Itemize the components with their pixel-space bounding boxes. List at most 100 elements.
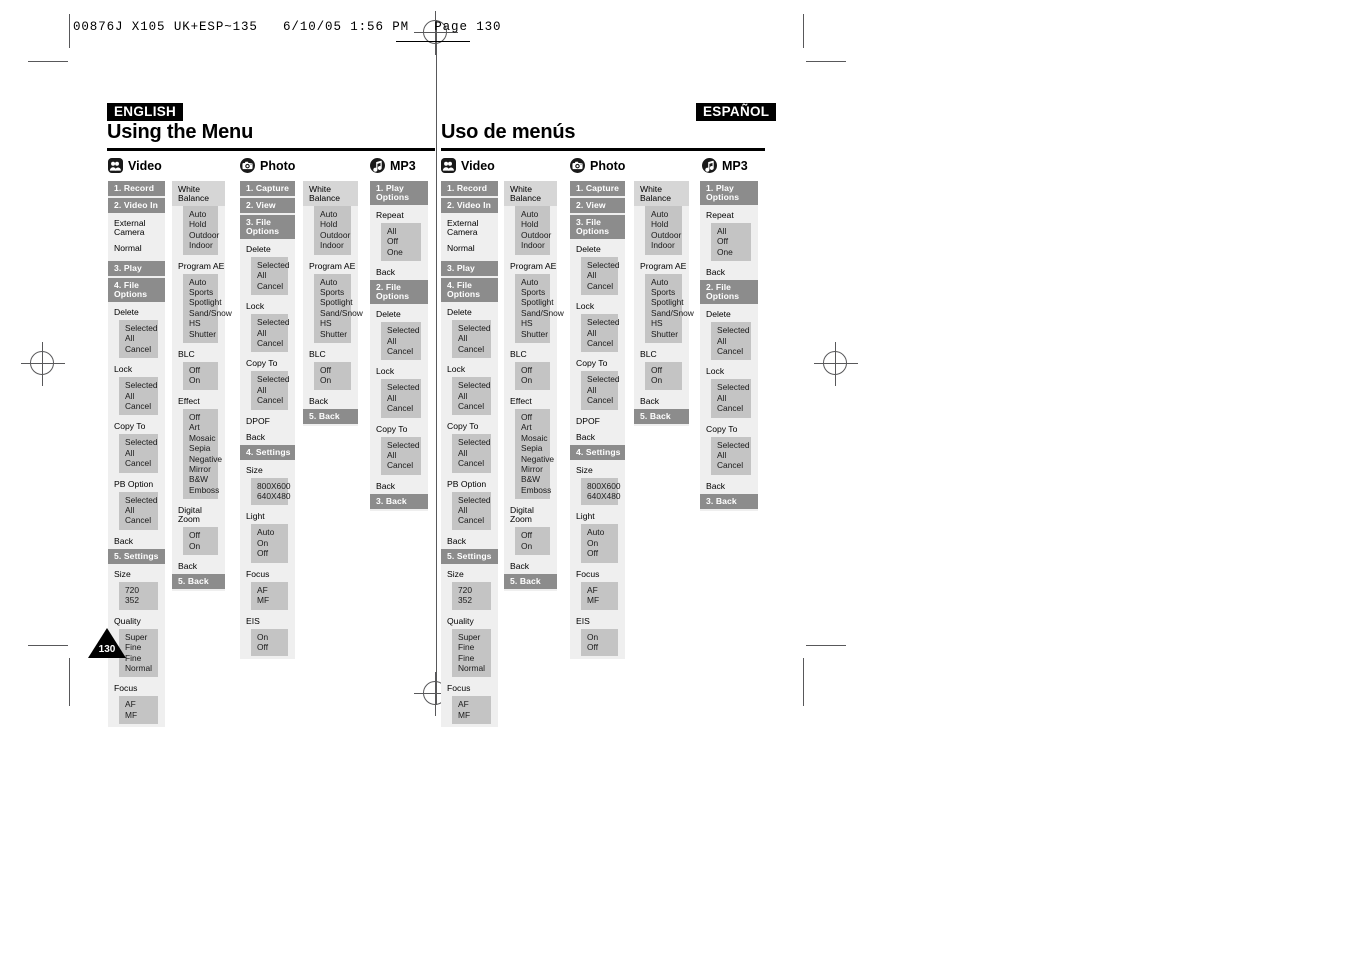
menu-option-item[interactable]: Hold <box>515 219 550 229</box>
menu-option-item[interactable]: 352 <box>452 595 491 605</box>
menu-category-item[interactable]: Program AE <box>634 258 689 274</box>
menu-category-item[interactable]: Back <box>172 558 225 574</box>
menu-option-item[interactable]: All <box>711 393 751 403</box>
menu-numbered-item[interactable]: 4. Settings <box>570 444 625 460</box>
menu-category-item[interactable]: Back <box>370 478 428 494</box>
menu-option-item[interactable]: Off <box>251 548 288 558</box>
menu-numbered-item[interactable]: 3. Back <box>370 493 428 509</box>
menu-option-item[interactable]: Selected <box>581 317 620 327</box>
menu-option-item[interactable]: One <box>381 247 421 257</box>
menu-option-item[interactable]: Spotlight <box>183 297 222 307</box>
menu-plain-item[interactable]: External Camera <box>108 215 165 240</box>
menu-option-item[interactable]: Sand/Snow <box>645 308 694 318</box>
menu-numbered-item[interactable]: 1. Capture <box>570 181 625 196</box>
menu-numbered-item[interactable]: 5. Back <box>172 573 225 589</box>
menu-category-item[interactable]: Effect <box>172 393 225 409</box>
menu-option-item[interactable]: All <box>251 328 288 338</box>
menu-category-item[interactable]: Light <box>240 508 295 524</box>
menu-category-item[interactable]: Copy To <box>700 421 758 437</box>
menu-option-item[interactable]: Off <box>711 236 751 246</box>
menu-option-item[interactable]: Fine <box>452 653 491 663</box>
menu-option-item[interactable]: Outdoor <box>515 230 551 240</box>
menu-category-item[interactable]: Size <box>108 566 165 582</box>
menu-category-item[interactable]: Size <box>570 462 625 478</box>
menu-option-item[interactable]: Selected <box>711 440 751 450</box>
menu-option-item[interactable]: Auto <box>183 209 218 219</box>
menu-option-item[interactable]: On <box>581 538 618 548</box>
menu-category-item[interactable]: EIS <box>240 613 295 629</box>
menu-numbered-item[interactable]: 4. File Options <box>441 278 498 302</box>
menu-option-item[interactable]: Normal <box>452 663 491 673</box>
menu-category-item[interactable]: Focus <box>108 680 165 696</box>
menu-option-item[interactable]: Auto <box>183 277 218 287</box>
menu-option-item[interactable]: MF <box>581 595 618 605</box>
menu-option-item[interactable]: Cancel <box>119 515 158 525</box>
menu-plain-item[interactable]: Normal <box>441 240 498 256</box>
menu-option-item[interactable]: Cancel <box>452 344 491 354</box>
menu-option-item[interactable]: Indoor <box>515 240 550 250</box>
menu-category-item[interactable]: Back <box>700 264 758 280</box>
menu-option-item[interactable]: All <box>381 450 421 460</box>
menu-option-item[interactable]: Cancel <box>119 458 158 468</box>
menu-option-item[interactable]: 800X600 <box>251 481 291 491</box>
menu-option-item[interactable]: Cancel <box>711 346 751 356</box>
menu-category-item[interactable]: Program AE <box>303 258 358 274</box>
menu-option-item[interactable]: Off <box>183 365 218 375</box>
menu-category-item[interactable]: Lock <box>240 298 295 314</box>
menu-numbered-item[interactable]: 4. Settings <box>240 444 295 460</box>
menu-option-item[interactable]: All <box>119 448 158 458</box>
menu-option-item[interactable]: Selected <box>119 437 158 447</box>
menu-option-item[interactable]: Hold <box>183 219 218 229</box>
menu-plain-item[interactable]: External Camera <box>441 215 498 240</box>
menu-option-item[interactable]: Mosaic <box>183 433 218 443</box>
menu-option-item[interactable]: Cancel <box>251 281 288 291</box>
menu-option-item[interactable]: Mirror <box>515 464 550 474</box>
menu-option-item[interactable]: Hold <box>645 219 682 229</box>
menu-option-item[interactable]: Cancel <box>381 403 421 413</box>
menu-category-item[interactable]: Lock <box>700 363 758 379</box>
menu-category-item[interactable]: Program AE <box>504 258 557 274</box>
menu-option-item[interactable]: All <box>581 328 618 338</box>
menu-category-item[interactable]: Back <box>634 393 689 409</box>
menu-category-item[interactable]: Focus <box>240 566 295 582</box>
menu-option-item[interactable]: Indoor <box>645 240 682 250</box>
menu-option-item[interactable]: On <box>645 375 682 385</box>
menu-option-item[interactable]: Auto <box>314 209 351 219</box>
menu-option-item[interactable]: Art <box>183 422 218 432</box>
menu-option-item[interactable]: Indoor <box>314 240 351 250</box>
menu-option-item[interactable]: Cancel <box>581 281 618 291</box>
menu-numbered-item[interactable]: 3. File Options <box>570 215 625 239</box>
menu-option-item[interactable]: Off <box>183 412 218 422</box>
menu-option-item[interactable]: On <box>515 541 550 551</box>
menu-category-item[interactable]: White Balance <box>504 181 557 206</box>
menu-option-item[interactable]: Sports <box>515 287 550 297</box>
menu-category-item[interactable]: BLC <box>634 346 689 362</box>
menu-option-item[interactable]: All <box>119 505 158 515</box>
menu-category-item[interactable]: Delete <box>370 306 428 322</box>
menu-option-item[interactable]: Selected <box>119 495 158 505</box>
menu-category-item[interactable]: Copy To <box>570 355 625 371</box>
menu-option-item[interactable]: Off <box>183 530 218 540</box>
menu-category-item[interactable]: White Balance <box>634 181 689 206</box>
menu-category-item[interactable]: Delete <box>570 241 625 257</box>
menu-numbered-item[interactable]: 2. File Options <box>700 280 758 305</box>
menu-category-item[interactable]: Delete <box>700 306 758 322</box>
menu-numbered-item[interactable]: 1. Play Options <box>700 181 758 205</box>
menu-category-item[interactable]: Lock <box>370 363 428 379</box>
menu-category-item[interactable]: Copy To <box>240 355 295 371</box>
menu-option-item[interactable]: Auto <box>645 209 682 219</box>
menu-option-item[interactable]: Cancel <box>119 344 158 354</box>
menu-option-item[interactable]: Super Fine <box>452 632 491 653</box>
menu-option-item[interactable]: On <box>183 375 218 385</box>
menu-option-item[interactable]: Selected <box>251 260 290 270</box>
menu-numbered-item[interactable]: 5. Settings <box>108 548 165 564</box>
menu-category-item[interactable]: EIS <box>570 613 625 629</box>
menu-option-item[interactable]: Off <box>314 365 351 375</box>
menu-option-item[interactable]: All <box>381 336 421 346</box>
menu-option-item[interactable]: Outdoor <box>314 230 351 240</box>
menu-numbered-item[interactable]: 2. View <box>240 198 295 213</box>
menu-option-item[interactable]: Auto <box>251 527 288 537</box>
menu-category-item[interactable]: Back <box>504 558 557 574</box>
menu-option-item[interactable]: Selected <box>452 437 491 447</box>
menu-category-item[interactable]: Back <box>441 533 498 549</box>
